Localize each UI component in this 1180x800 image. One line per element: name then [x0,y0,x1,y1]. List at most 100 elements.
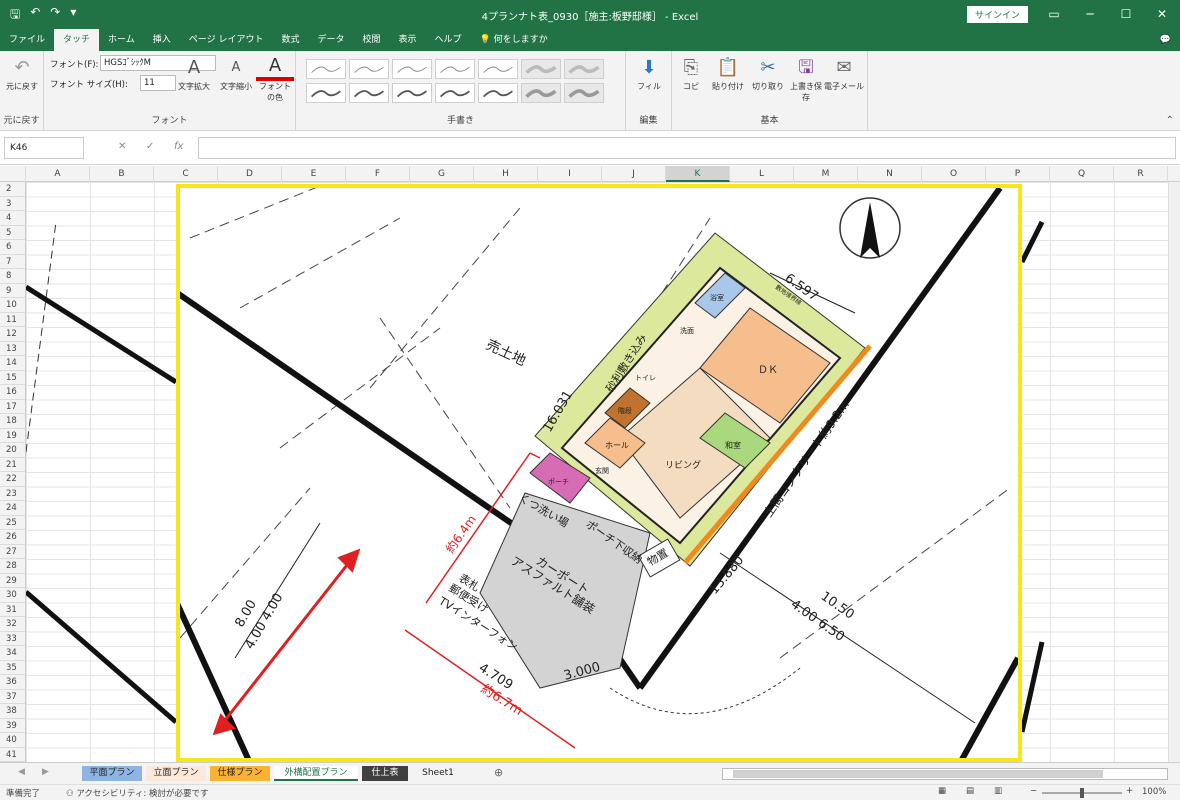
sheet-tab-finish[interactable]: 仕上表 [362,766,408,781]
row-header[interactable]: 39 [0,719,25,733]
sheet-tab-elevation[interactable]: 立面プラン [146,766,206,781]
row-header[interactable]: 38 [0,704,25,719]
row-header[interactable]: 18 [0,414,25,429]
pen-7[interactable] [349,83,389,103]
row-header[interactable]: 17 [0,400,25,414]
column-header[interactable]: A [26,166,90,182]
row-header[interactable]: 22 [0,472,25,487]
zoom-slider-thumb[interactable] [1080,788,1084,798]
collapse-ribbon-icon[interactable]: ⌃ [1166,115,1174,126]
undo-button[interactable]: ↶ 元に戻す [4,55,40,92]
column-header[interactable]: Q [1050,166,1114,182]
insert-function-icon[interactable]: fx [174,141,183,152]
column-header[interactable]: I [538,166,602,182]
pen-8[interactable] [392,83,432,103]
row-header[interactable]: 27 [0,545,25,559]
row-header[interactable]: 40 [0,733,25,748]
column-header[interactable]: N [858,166,922,182]
row-header[interactable]: 24 [0,501,25,516]
row-header[interactable]: 21 [0,458,25,472]
column-header[interactable]: C [154,166,218,182]
column-header[interactable]: O [922,166,986,182]
cancel-icon[interactable]: ✕ [118,141,126,152]
page-break-view-icon[interactable]: ▥ [994,786,1002,796]
row-header[interactable]: 16 [0,385,25,400]
pen-6[interactable] [306,83,346,103]
name-box[interactable]: K46 [4,137,84,159]
column-header[interactable]: M [794,166,858,182]
row-header[interactable]: 5 [0,226,25,240]
font-color-button[interactable]: A フォントの色 [256,53,294,103]
row-header[interactable]: 23 [0,487,25,501]
row-header[interactable]: 29 [0,574,25,588]
column-header[interactable]: G [410,166,474,182]
page-layout-view-icon[interactable]: ▤ [966,786,974,796]
pen-4[interactable] [435,59,475,79]
pen-10[interactable] [478,83,518,103]
row-header[interactable]: 10 [0,298,25,313]
signin-button[interactable]: サインイン [966,6,1028,23]
column-header[interactable]: F [346,166,410,182]
zoom-level[interactable]: 100% [1142,787,1166,797]
pen-5[interactable] [478,59,518,79]
pen-2[interactable] [349,59,389,79]
highlighter-2[interactable] [564,59,604,79]
row-header[interactable]: 41 [0,748,25,762]
row-header[interactable]: 11 [0,313,25,327]
email-button[interactable]: ✉ 電子メール [824,55,864,92]
column-header[interactable]: J [602,166,666,182]
sheet-tab-exterior[interactable]: 外構配置プラン [274,766,358,781]
row-header[interactable]: 20 [0,443,25,458]
minimize-button[interactable]: ─ [1072,0,1108,29]
select-all-corner[interactable] [0,166,26,182]
row-header[interactable]: 28 [0,559,25,574]
row-header[interactable]: 8 [0,269,25,284]
row-header[interactable]: 37 [0,690,25,704]
row-header[interactable]: 7 [0,255,25,269]
shrink-font-button[interactable]: A 文字縮小 [216,55,256,92]
vertical-scrollbar[interactable] [1168,182,1180,762]
zoom-out-icon[interactable]: − [1030,786,1037,796]
row-header[interactable]: 34 [0,646,25,661]
zoom-in-icon[interactable]: + [1126,786,1133,796]
add-sheet-icon[interactable]: ⊕ [494,766,503,779]
next-sheet-icon[interactable]: ▶ [42,767,49,777]
column-header[interactable]: B [90,166,154,182]
copy-button[interactable]: ⎘ コピ [676,55,706,92]
row-header[interactable]: 32 [0,617,25,632]
column-header[interactable]: L [730,166,794,182]
zoom-slider[interactable] [1042,788,1122,798]
row-header[interactable]: 9 [0,284,25,298]
tab-help[interactable]: ヘルプ [426,29,471,51]
row-header[interactable]: 31 [0,603,25,617]
sheet-tab-spec[interactable]: 仕様プラン [210,766,270,781]
comments-icon[interactable]: 💬 [1151,29,1180,51]
fill-button[interactable]: ⬇ フィル [630,55,668,92]
row-header[interactable]: 30 [0,588,25,603]
column-header[interactable]: R [1114,166,1168,182]
tab-file[interactable]: ファイル [0,29,54,51]
row-header[interactable]: 33 [0,632,25,646]
highlighter-1[interactable] [521,59,561,79]
row-header[interactable]: 36 [0,675,25,690]
pen-9[interactable] [435,83,475,103]
tell-me-search[interactable]: 💡 何をしますか [471,29,557,51]
column-header-selected[interactable]: K [666,166,730,182]
pen-3[interactable] [392,59,432,79]
horizontal-scroll-thumb[interactable] [733,770,1103,778]
row-header[interactable]: 35 [0,661,25,675]
row-header[interactable]: 25 [0,516,25,530]
tab-review[interactable]: 校閲 [354,29,390,51]
row-header[interactable]: 4 [0,211,25,226]
tab-touch[interactable]: タッチ [54,29,100,51]
tab-page-layout[interactable]: ページ レイアウト [180,29,273,51]
row-header[interactable]: 14 [0,356,25,371]
row-header[interactable]: 13 [0,342,25,356]
maximize-button[interactable]: ☐ [1108,0,1144,29]
column-header[interactable]: E [282,166,346,182]
column-header[interactable]: H [474,166,538,182]
horizontal-scrollbar[interactable] [722,768,1168,780]
tab-formulas[interactable]: 数式 [272,29,308,51]
grow-font-button[interactable]: A 文字拡大 [174,55,214,92]
paste-button[interactable]: 📋 貼り付け [708,55,748,92]
